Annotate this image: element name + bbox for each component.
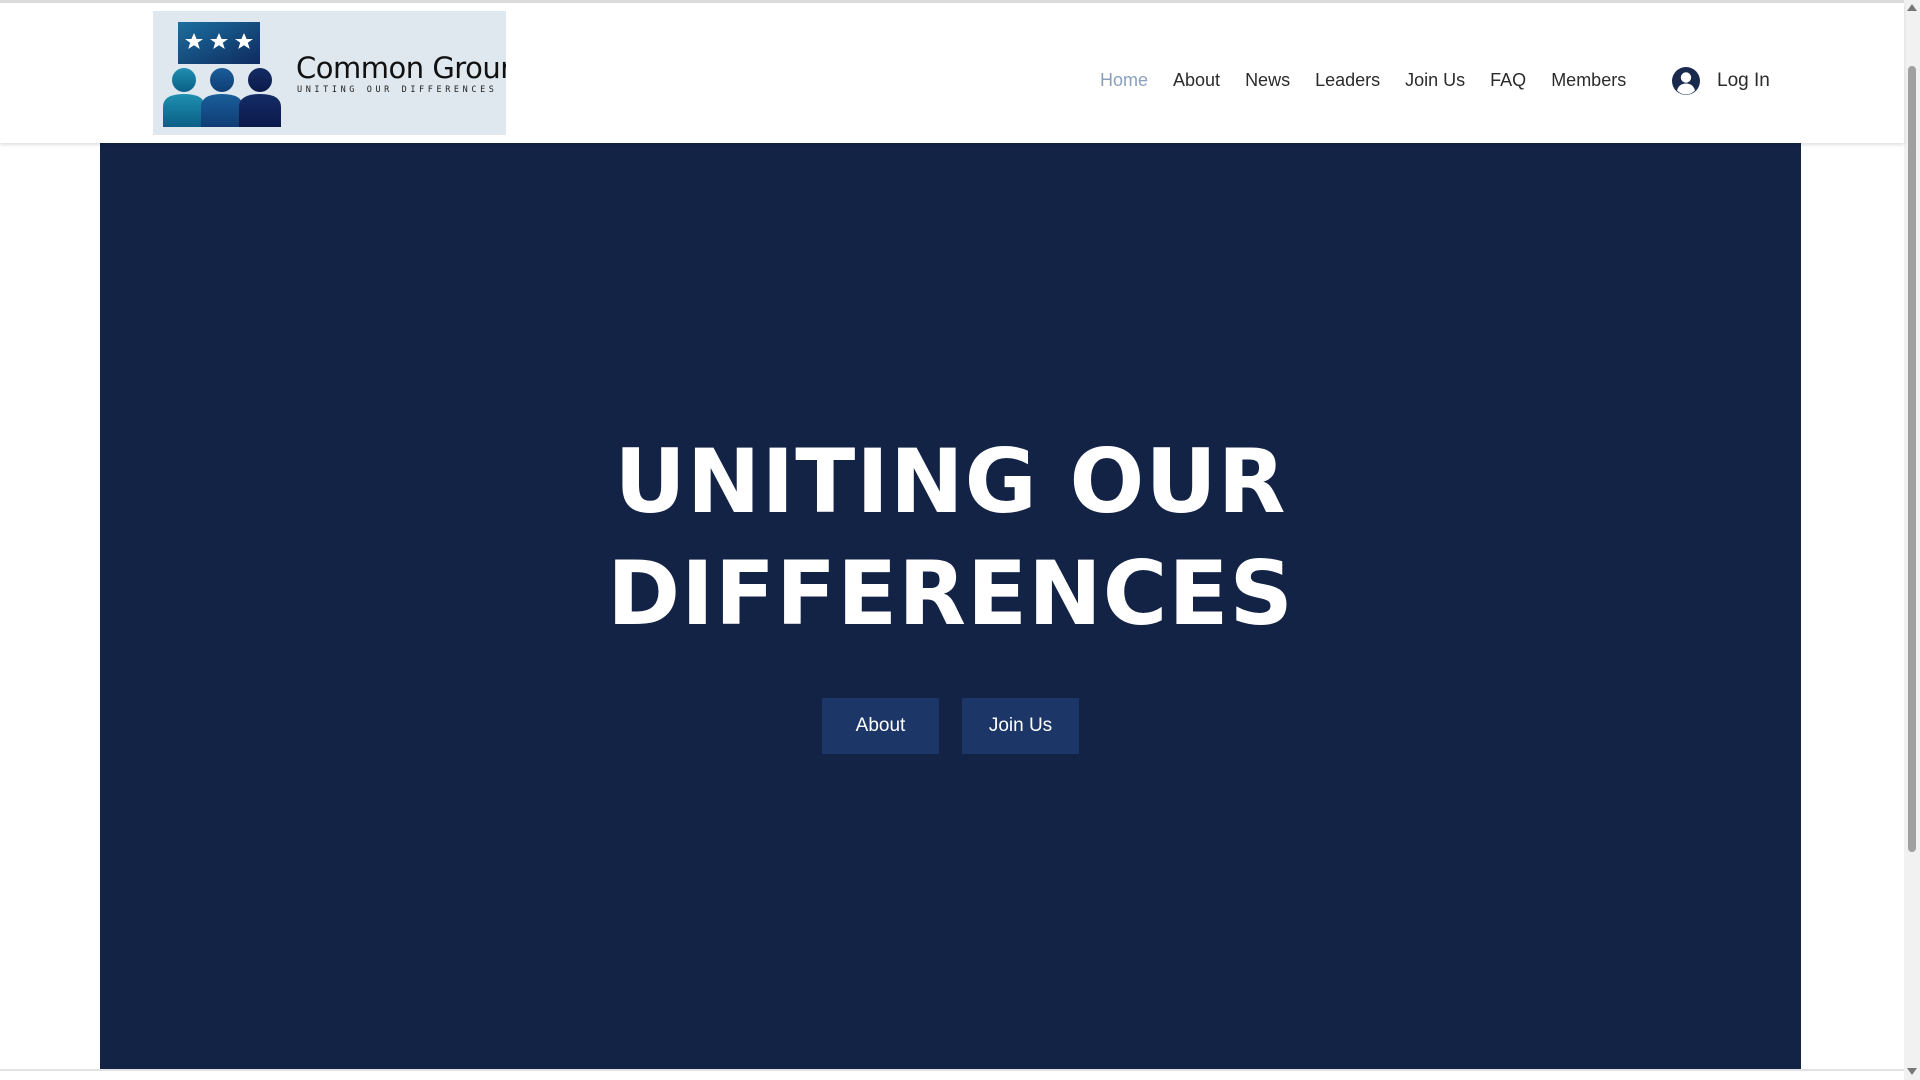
login-button[interactable]: Log In — [1671, 63, 1770, 99]
nav-item-leaders[interactable]: Leaders — [1315, 70, 1380, 91]
join-us-button[interactable]: Join Us — [962, 698, 1079, 754]
vertical-scrollbar[interactable] — [1904, 0, 1920, 1080]
nav-item-about[interactable]: About — [1173, 70, 1220, 91]
scroll-down-icon[interactable] — [1907, 1068, 1917, 1075]
main-nav: Home About News Leaders Join Us FAQ Memb… — [1100, 65, 1651, 95]
hero-section: UNITING OUR DIFFERENCES About Join Us — [100, 143, 1801, 1069]
hero-buttons: About Join Us — [822, 698, 1102, 754]
nav-item-faq[interactable]: FAQ — [1490, 70, 1526, 91]
user-avatar-icon — [1672, 67, 1700, 95]
logo[interactable]: Common Ground UNITING OUR DIFFERENCES — [153, 11, 506, 135]
login-label: Log In — [1717, 70, 1770, 91]
page-footer-edge — [0, 1069, 1904, 1080]
page: Common Ground UNITING OUR DIFFERENCES Ho… — [0, 0, 1920, 1080]
scroll-up-icon[interactable] — [1907, 4, 1917, 11]
site-header: Common Ground UNITING OUR DIFFERENCES Ho… — [0, 3, 1904, 143]
nav-item-join-us[interactable]: Join Us — [1405, 70, 1465, 91]
logo-title: Common Ground — [296, 51, 506, 85]
hero-title-line-1: UNITING OUR — [614, 430, 1287, 533]
hero-title-line-2: DIFFERENCES — [607, 542, 1294, 645]
logo-emblem-icon — [163, 22, 281, 127]
people-icon — [163, 68, 281, 127]
about-button[interactable]: About — [822, 698, 939, 754]
scroll-thumb[interactable] — [1908, 66, 1916, 852]
hero-title: UNITING OUR DIFFERENCES — [100, 426, 1801, 650]
nav-item-home[interactable]: Home — [1100, 70, 1148, 91]
nav-item-news[interactable]: News — [1245, 70, 1290, 91]
logo-tagline: UNITING OUR DIFFERENCES — [297, 85, 498, 95]
nav-item-members[interactable]: Members — [1551, 70, 1626, 91]
